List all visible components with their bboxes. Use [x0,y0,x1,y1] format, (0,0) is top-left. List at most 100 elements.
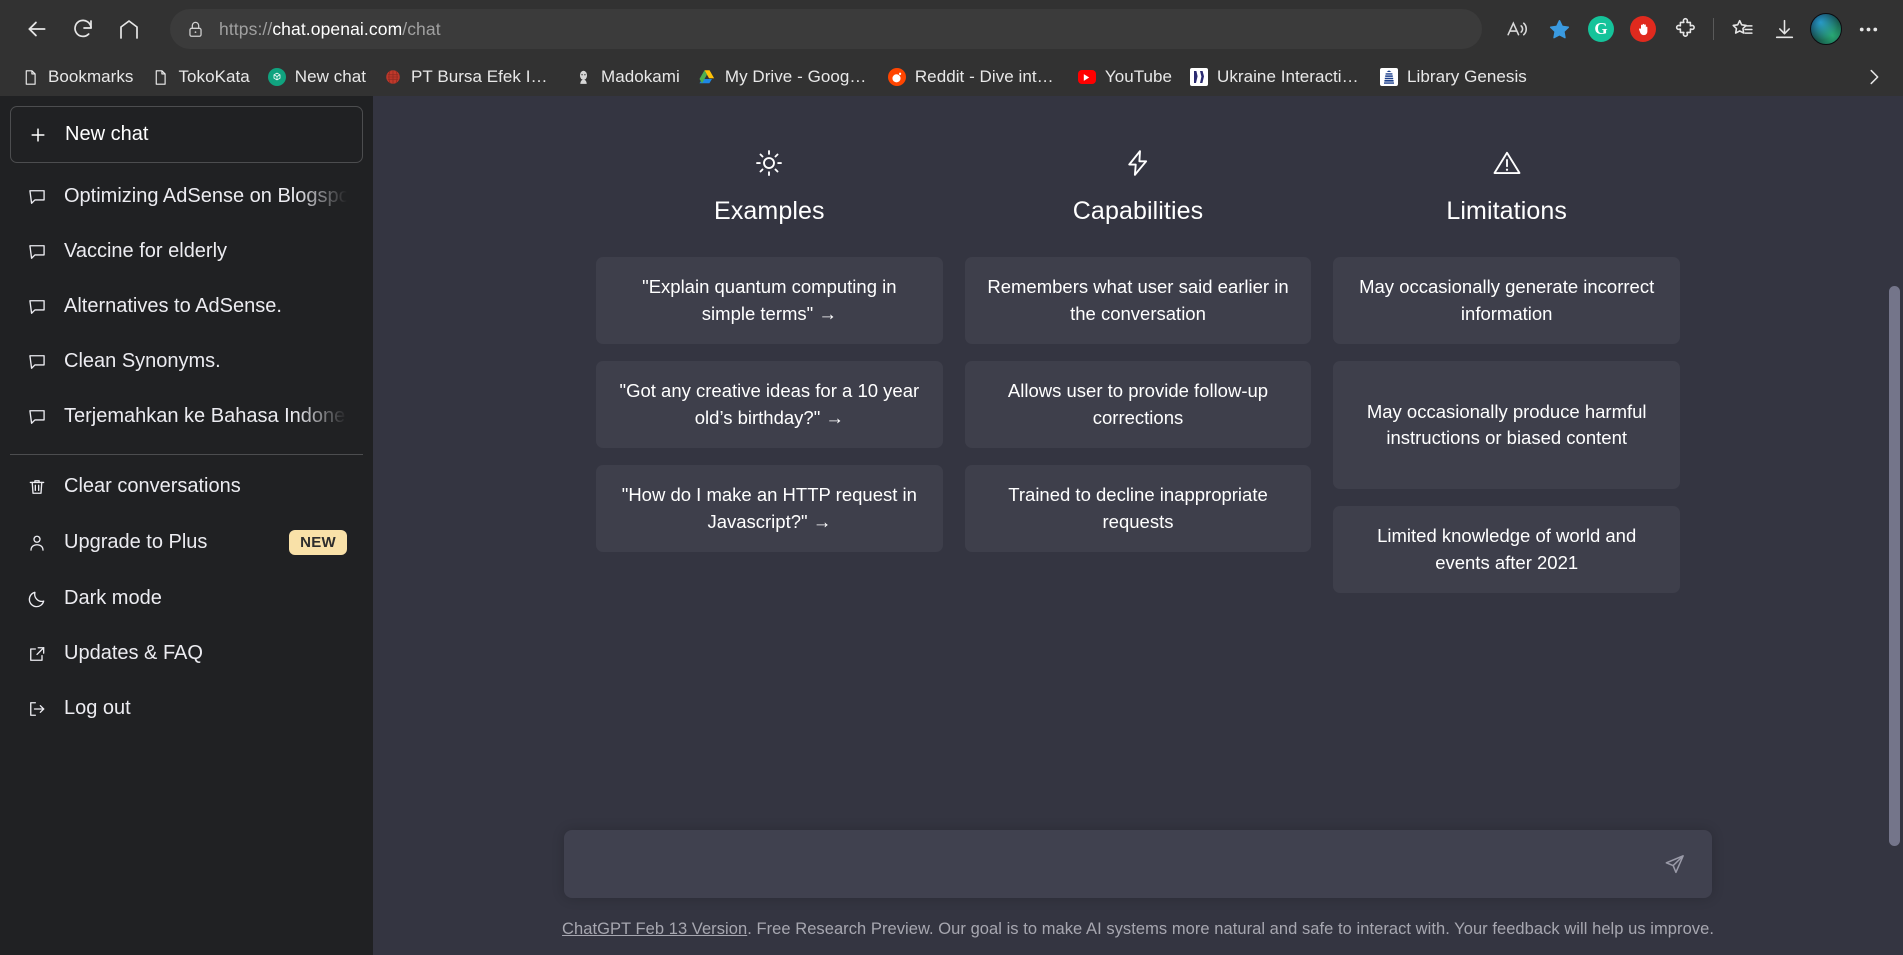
libgen-favicon [1380,68,1398,86]
extensions-puzzle-icon[interactable] [1664,9,1706,49]
footer-rest-text: . Free Research Preview. Our goal is to … [747,920,1714,938]
upgrade-to-plus-label: Upgrade to Plus [64,531,273,554]
bookmark-label: Library Genesis [1407,67,1527,87]
updates-and-faq-link[interactable]: Updates & FAQ [10,626,363,681]
example-card[interactable]: "Explain quantum computing in simple ter… [596,257,943,344]
home-button[interactable] [106,9,152,49]
example-card[interactable]: "How do I make an HTTP request in Javasc… [596,465,943,552]
intro-columns: Examples "Explain quantum computing in s… [596,148,1680,593]
bookmark-bursa-efek-indonesia[interactable]: PT Bursa Efek Indon... [375,62,565,92]
new-chat-button[interactable]: New chat [10,106,363,163]
bookmark-label: Madokami [601,67,680,87]
browser-toolbar: https://chat.openai.com/chat G [0,0,1903,58]
reddit-favicon [888,68,906,86]
bookmark-my-drive-google[interactable]: My Drive - Google... [689,62,879,92]
bookmark-youtube[interactable]: YouTube [1069,62,1181,92]
ukraine-map-favicon [1190,68,1208,86]
bookmark-label: Bookmarks [48,67,133,87]
youtube-favicon [1078,68,1096,86]
column-capabilities: Capabilities Remembers what user said ea… [965,148,1312,593]
conversation-item[interactable]: Optimizing AdSense on Blogspot [10,169,363,224]
clear-conversations-label: Clear conversations [64,475,347,498]
favorite-star-icon[interactable] [1538,9,1580,49]
address-bar[interactable]: https://chat.openai.com/chat [170,9,1482,49]
new-chat-label: New chat [65,123,148,146]
capability-card-text: Remembers what user said earlier in the … [982,274,1295,327]
bookmarks-bar: Bookmarks TokoKata New chat [0,58,1903,96]
version-link[interactable]: ChatGPT Feb 13 Version [562,920,747,938]
conversation-item[interactable]: Alternatives to AdSense. [10,279,363,334]
collections-icon[interactable] [1721,9,1763,49]
bookmark-library-genesis[interactable]: Library Genesis [1371,62,1536,92]
adblock-extension-icon[interactable] [1622,9,1664,49]
downloads-icon[interactable] [1763,9,1805,49]
capability-card-text: Trained to decline inappropriate request… [982,482,1295,535]
grammarly-extension-icon[interactable]: G [1580,9,1622,49]
refresh-button[interactable] [60,9,106,49]
chat-bubble-icon [26,241,48,263]
google-drive-favicon [698,68,716,86]
bookmark-label: TokoKata [178,67,249,87]
chat-bubble-icon [26,296,48,318]
plus-icon [27,124,49,146]
column-title: Examples [714,197,825,226]
conversation-item[interactable]: Vaccine for elderly [10,224,363,279]
capability-card: Remembers what user said earlier in the … [965,257,1312,344]
lock-icon [186,20,205,39]
limitation-card: Limited knowledge of world and events af… [1333,506,1680,593]
conversation-item[interactable]: Terjemahkan ke Bahasa Indonesia [10,389,363,444]
example-card-text: "Explain quantum computing in simple ter… [613,274,926,327]
bookmarks-overflow-chevron-icon[interactable] [1857,62,1891,92]
external-link-icon [26,643,48,665]
bookmark-madokami[interactable]: Madokami [565,62,689,92]
capability-card: Trained to decline inappropriate request… [965,465,1312,552]
example-card[interactable]: "Got any creative ideas for a 10 year ol… [596,361,943,448]
bookmark-new-chat[interactable]: New chat [259,62,375,92]
new-badge: NEW [289,530,347,555]
bookmark-tokokata[interactable]: TokoKata [142,62,258,92]
column-header: Capabilities [1073,148,1203,226]
dark-mode-toggle[interactable]: Dark mode [10,571,363,626]
conversation-title: Optimizing AdSense on Blogspot [64,185,347,208]
bookmark-reddit[interactable]: Reddit - Dive into a... [879,62,1069,92]
example-card-text: "Got any creative ideas for a 10 year ol… [613,378,926,431]
footer-note: ChatGPT Feb 13 Version. Free Research Pr… [562,920,1714,939]
toolbar-divider [1713,18,1714,40]
sun-icon [754,148,784,183]
limitation-card-text: May occasionally produce harmful instruc… [1350,399,1663,452]
read-aloud-icon[interactable] [1496,9,1538,49]
capability-card: Allows user to provide follow-up correct… [965,361,1312,448]
send-paper-plane-icon[interactable] [1658,848,1690,880]
conversation-list: Optimizing AdSense on Blogspot Vaccine f… [10,169,363,444]
madokami-favicon [574,68,592,86]
bookmark-ukraine-interactive[interactable]: Ukraine Interactive... [1181,62,1371,92]
dark-mode-label: Dark mode [64,587,347,610]
log-out-label: Log out [64,697,347,720]
profile-avatar[interactable] [1805,9,1847,49]
limitation-card-text: Limited knowledge of world and events af… [1350,523,1663,576]
page-icon [151,68,169,86]
sidebar-divider [10,454,363,455]
column-header: Limitations [1446,148,1567,226]
column-header: Examples [714,148,825,226]
composer[interactable] [564,830,1712,898]
url-host: chat.openai.com [272,19,402,39]
conversation-item[interactable]: Clean Synonyms. [10,334,363,389]
settings-more-icon[interactable] [1847,9,1889,49]
conversation-title: Terjemahkan ke Bahasa Indonesia [64,405,347,428]
page-scrollbar[interactable] [1886,96,1903,955]
clear-conversations-button[interactable]: Clear conversations [10,459,363,514]
log-out-button[interactable]: Log out [10,681,363,736]
logout-icon [26,698,48,720]
address-bar-text: https://chat.openai.com/chat [219,19,441,40]
back-button[interactable] [14,9,60,49]
person-icon [26,532,48,554]
scrollbar-thumb[interactable] [1889,286,1900,846]
conversation-title: Clean Synonyms. [64,350,347,373]
column-examples: Examples "Explain quantum computing in s… [596,148,943,593]
message-input[interactable] [586,830,1658,898]
upgrade-to-plus-button[interactable]: Upgrade to Plus NEW [10,514,363,571]
bookmark-bookmarks[interactable]: Bookmarks [12,62,142,92]
moon-icon [26,588,48,610]
sidebar: New chat Optimizing AdSense on Blogspot … [0,96,373,955]
